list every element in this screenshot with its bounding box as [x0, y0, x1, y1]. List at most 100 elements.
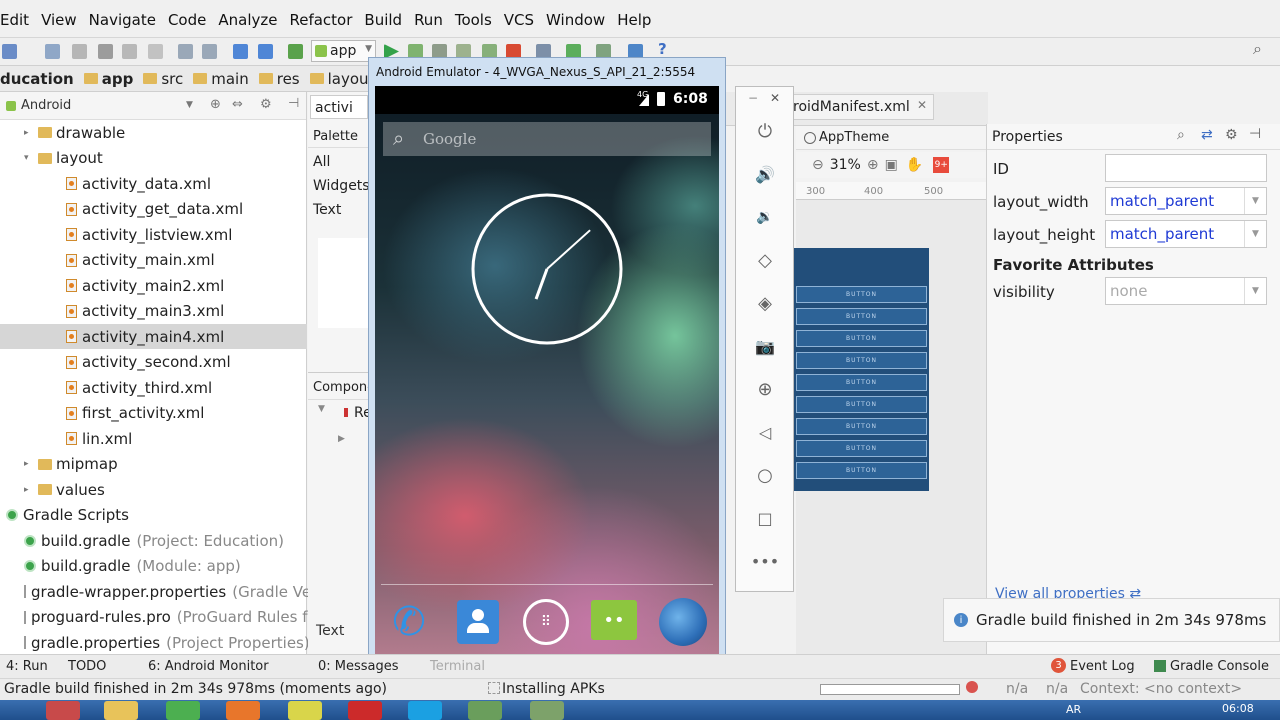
help-icon[interactable]: ? [658, 40, 667, 58]
tree-item[interactable]: gradle-wrapper.properties (Gradle Vers [0, 579, 325, 604]
breadcrumb-item[interactable]: res [258, 70, 300, 88]
hide-panel-icon[interactable]: ⊣ [288, 96, 299, 111]
errors-badge-icon[interactable]: 9+ [933, 157, 950, 173]
tree-item[interactable]: activity_main2.xml [0, 273, 307, 298]
menu-run[interactable]: Run [414, 11, 443, 29]
sync-icon[interactable] [2, 44, 17, 59]
make-project-icon[interactable] [288, 44, 303, 59]
hide-panel-icon[interactable]: ⊣ [1249, 126, 1261, 142]
emulator-taskbar-icon[interactable] [530, 701, 564, 720]
device-screen[interactable]: 4G 6:08 ⌕ Google ✆ ⠿ •• [375, 86, 719, 660]
pan-icon[interactable]: ✋ [906, 157, 923, 173]
id-input[interactable] [1105, 154, 1267, 182]
breadcrumb-item[interactable]: app [83, 70, 133, 88]
skype-icon[interactable] [408, 701, 442, 720]
tree-item[interactable]: activity_main4.xml [0, 324, 307, 349]
rotate-right-icon[interactable]: ◈ [751, 289, 779, 317]
android-monitor-tab[interactable]: 6: Android Monitor [148, 659, 269, 674]
menu-refactor[interactable]: Refactor [289, 11, 352, 29]
run-config-select[interactable]: app ▼ [311, 40, 376, 62]
gear-icon[interactable]: ⚙ [260, 97, 272, 112]
messaging-icon[interactable]: •• [591, 600, 637, 640]
project-view-header[interactable]: Android ▼ ⊕ ⇔ ⚙ ⊣ [0, 92, 306, 120]
preview-button[interactable]: BUTTON [796, 374, 927, 391]
menu-help[interactable]: Help [617, 11, 651, 29]
zoom-in-icon[interactable]: ⊕ [867, 157, 879, 173]
expand-icon[interactable]: ▼ [318, 404, 325, 414]
tree-item[interactable]: build.gradle (Module: app) [0, 554, 307, 579]
preview-button[interactable]: BUTTON [796, 418, 927, 435]
replace-icon[interactable] [202, 44, 217, 59]
tree-item[interactable]: ▸ drawable [0, 120, 307, 145]
swap-icon[interactable]: ⇄ [1201, 127, 1213, 143]
menu-edit[interactable]: Edit [0, 11, 29, 29]
cut-icon[interactable] [98, 44, 113, 59]
preview-button[interactable]: BUTTON [796, 330, 927, 347]
text-tab[interactable]: Text [316, 623, 344, 639]
tree-item[interactable]: Gradle Scripts [0, 503, 307, 528]
tree-item[interactable]: activity_third.xml [0, 375, 307, 400]
minimize-button[interactable]: − [748, 91, 758, 105]
palette-category[interactable]: All [313, 154, 330, 170]
tree-item[interactable]: activity_get_data.xml [0, 197, 307, 222]
tree-item[interactable]: activity_listview.xml [0, 222, 307, 247]
collapse-all-icon[interactable]: ⇔ [232, 97, 243, 112]
paste-icon[interactable] [148, 44, 163, 59]
cancel-task-icon[interactable] [966, 681, 978, 693]
gear-icon[interactable]: ⚙ [1225, 127, 1238, 143]
layout-height-select[interactable]: match_parent ▼ [1105, 220, 1267, 248]
palette-category[interactable]: Text [313, 202, 341, 218]
event-log-tab[interactable]: Event Log [1070, 659, 1135, 674]
tree-item[interactable]: gradle.properties (Project Properties) [0, 630, 310, 655]
menu-tools[interactable]: Tools [455, 11, 492, 29]
emulator-title-bar[interactable]: Android Emulator - 4_WVGA_Nexus_S_API_21… [369, 58, 725, 86]
expand-icon[interactable]: ▶ [338, 434, 345, 444]
preview-button[interactable]: BUTTON [796, 308, 927, 325]
messages-tab[interactable]: 0: Messages [318, 659, 399, 674]
chevron-down-icon[interactable]: ▼ [186, 100, 193, 110]
menu-code[interactable]: Code [168, 11, 206, 29]
preview-button[interactable]: BUTTON [796, 286, 927, 303]
opera-icon[interactable] [348, 701, 382, 720]
tree-item[interactable]: activity_data.xml [0, 171, 307, 196]
breadcrumb-item[interactable]: layout [309, 70, 374, 88]
chevron-right-icon[interactable]: ▸ [24, 459, 38, 469]
manifest-tab[interactable]: roidManifest.xml ✕ [788, 94, 934, 120]
theme-selector[interactable]: AppTheme [819, 130, 889, 145]
chevron-right-icon[interactable]: ▸ [24, 485, 38, 495]
chevron-right-icon[interactable]: ▸ [24, 128, 38, 138]
redo-icon[interactable] [72, 44, 87, 59]
search-icon[interactable]: ⌕ [1253, 39, 1262, 59]
preview-button[interactable]: BUTTON [796, 352, 927, 369]
forward-nav-icon[interactable] [258, 44, 273, 59]
tree-item[interactable]: lin.xml [0, 426, 307, 451]
undo-icon[interactable] [45, 44, 60, 59]
layout-width-select[interactable]: match_parent ▼ [1105, 187, 1267, 215]
scroll-from-source-icon[interactable]: ⊕ [210, 97, 221, 112]
todo-tab[interactable]: TODO [68, 659, 106, 674]
copy-icon[interactable] [122, 44, 137, 59]
tree-item[interactable]: first_activity.xml [0, 401, 307, 426]
volume-down-icon[interactable]: 🔉 [751, 203, 779, 231]
taskbar-app-icon[interactable] [166, 701, 200, 720]
apps-drawer-icon[interactable]: ⠿ [523, 599, 569, 645]
tree-item[interactable]: build.gradle (Project: Education) [0, 528, 307, 553]
palette-category[interactable]: Widgets [313, 178, 370, 194]
google-search-bar[interactable]: ⌕ Google [383, 122, 711, 156]
gradle-console-tab[interactable]: Gradle Console [1170, 659, 1269, 674]
browser-icon[interactable] [659, 598, 707, 646]
overview-icon[interactable]: □ [751, 504, 779, 532]
volume-up-icon[interactable]: 🔊 [751, 160, 779, 188]
more-icon[interactable]: ••• [751, 547, 779, 575]
breadcrumb-item[interactable]: src [143, 70, 183, 88]
language-indicator[interactable]: AR [1066, 703, 1081, 716]
zoom-icon[interactable]: ⊕ [751, 375, 779, 403]
menu-view[interactable]: View [41, 11, 77, 29]
android-studio-icon[interactable] [468, 701, 502, 720]
tree-item[interactable]: ▸ mipmap [0, 452, 307, 477]
run-tab[interactable]: 4: Run [6, 659, 48, 674]
menu-window[interactable]: Window [546, 11, 605, 29]
chevron-down-icon[interactable]: ▾ [24, 153, 38, 163]
menu-analyze[interactable]: Analyze [218, 11, 277, 29]
close-icon[interactable]: ✕ [917, 98, 927, 112]
